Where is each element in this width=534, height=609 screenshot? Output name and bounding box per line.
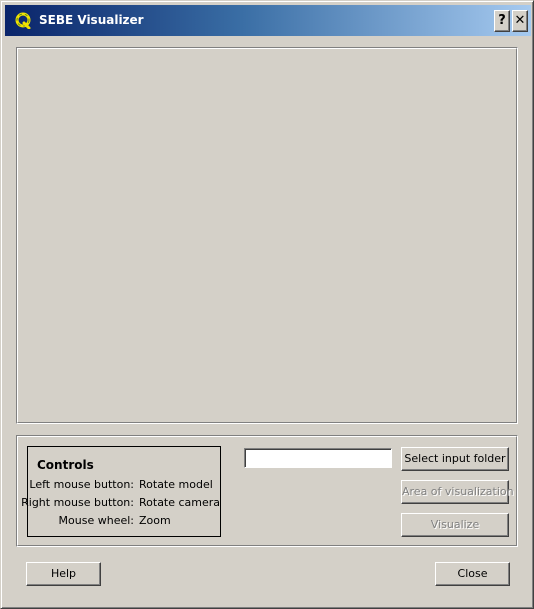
select-input-folder-button[interactable]: Select input folder xyxy=(401,447,509,471)
visualization-viewport[interactable] xyxy=(16,47,518,424)
context-help-button[interactable]: ? xyxy=(494,10,510,32)
qgis-app-icon xyxy=(15,12,31,29)
controls-box: Controls Left mouse button: Rotate model… xyxy=(21,446,221,537)
visualize-button[interactable]: Visualize xyxy=(401,513,509,537)
title-bar[interactable]: SEBE Visualizer ? ✕ xyxy=(5,5,531,36)
window-title: SEBE Visualizer xyxy=(39,13,144,27)
control-value: Rotate camera xyxy=(139,496,221,509)
control-row-mouse-wheel: Mouse wheel: Zoom xyxy=(28,514,220,530)
control-row-right-mouse: Right mouse button: Rotate camera xyxy=(21,496,221,512)
area-of-visualization-button[interactable]: Area of visualization xyxy=(401,480,514,504)
window-close-button[interactable]: ✕ xyxy=(512,10,528,32)
sebe-visualizer-window: SEBE Visualizer ? ✕ Controls Left mouse … xyxy=(0,0,534,609)
control-key: Mouse wheel: xyxy=(58,514,134,527)
close-button[interactable]: Close xyxy=(435,562,510,586)
controls-title: Controls xyxy=(37,458,94,472)
control-value: Rotate model xyxy=(139,478,213,491)
input-folder-field[interactable] xyxy=(244,448,392,468)
visualization-canvas[interactable] xyxy=(17,48,517,423)
control-key: Right mouse button: xyxy=(21,496,134,509)
control-key: Left mouse button: xyxy=(29,478,134,491)
help-button[interactable]: Help xyxy=(26,562,101,586)
control-row-left-mouse: Left mouse button: Rotate model xyxy=(28,478,220,494)
control-value: Zoom xyxy=(139,514,171,527)
